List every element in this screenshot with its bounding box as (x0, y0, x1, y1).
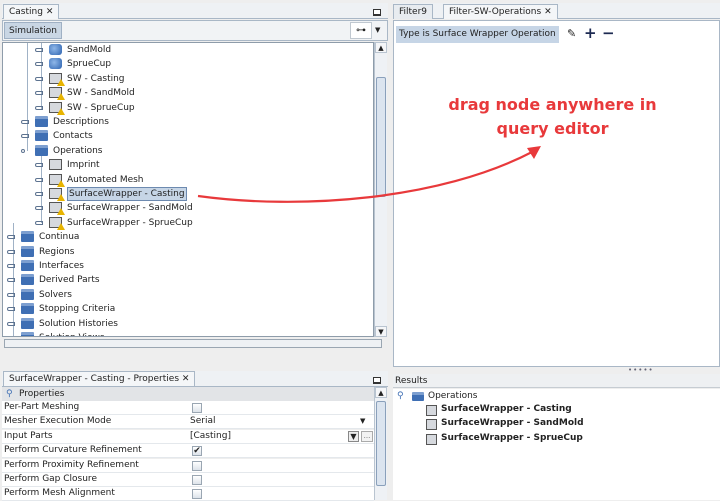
drag-arrow (197, 146, 541, 203)
drag-annotation: drag node anywhere in query editor (448, 95, 657, 138)
